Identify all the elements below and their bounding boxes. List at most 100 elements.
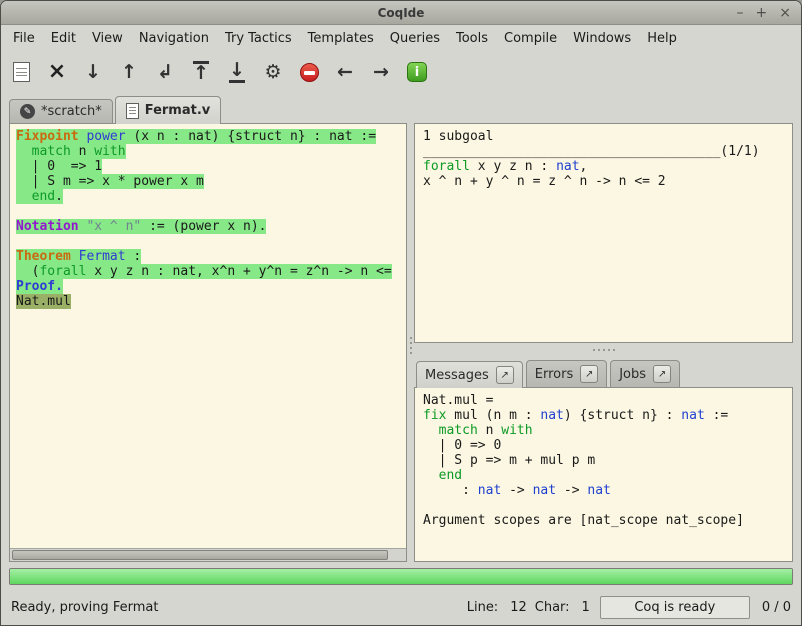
detach-jobs-button[interactable]: ↗ (653, 365, 671, 383)
progress-fill (10, 569, 792, 584)
menu-compile[interactable]: Compile (496, 28, 565, 49)
run-to-end-button[interactable]: ↓ (223, 58, 251, 86)
scrollbar-thumb[interactable] (12, 550, 388, 560)
interrupt-button[interactable] (295, 58, 323, 86)
minimize-button[interactable]: – (737, 6, 744, 20)
tab-label: Messages (425, 368, 489, 383)
step-forward-button[interactable]: ↓ (79, 58, 107, 86)
code-line: end. (16, 189, 400, 204)
splitter-dots (603, 349, 605, 351)
titlebar[interactable]: CoqIde – + × (1, 1, 801, 25)
script-editor-pane: Fixpoint power (x n : nat) {struct n} : … (9, 123, 407, 562)
arrow-left-icon: ← (337, 63, 353, 82)
arrow-to-bottom-icon: ↓ (229, 61, 245, 83)
right-column: 1 subgoal_______________________________… (414, 123, 793, 562)
code-line: forall x y z n : nat, (423, 159, 784, 174)
vertical-splitter[interactable] (407, 123, 414, 562)
messages-pane[interactable]: Nat.mul =fix mul (n m : nat) {struct n} … (414, 387, 793, 562)
message-tabbar: Messages ↗ Errors ↗ Jobs ↗ (414, 356, 793, 387)
line-label: Line: (467, 600, 498, 615)
tab-scratch[interactable]: ✎ *scratch* (9, 99, 113, 123)
task-counter: 0 / 0 (762, 600, 791, 615)
tab-jobs[interactable]: Jobs ↗ (610, 360, 680, 387)
arrow-to-top-icon: ↑ (193, 61, 209, 83)
detach-errors-button[interactable]: ↗ (580, 365, 598, 383)
close-buffer-button[interactable]: × (43, 58, 71, 86)
code-line: | 0 => 0 (423, 438, 784, 453)
script-editor[interactable]: Fixpoint power (x n : nat) {struct n} : … (10, 124, 406, 548)
char-label: Char: (535, 600, 570, 615)
statusbar: Ready, proving Fermat Line: 12 Char: 1 C… (1, 590, 801, 625)
code-line: end (423, 468, 784, 483)
goto-cursor-icon: ↲ (157, 63, 173, 82)
detach-icon: ↗ (658, 369, 666, 380)
menu-try-tactics[interactable]: Try Tactics (217, 28, 300, 49)
restart-button[interactable]: ↑ (187, 58, 215, 86)
menu-edit[interactable]: Edit (43, 28, 84, 49)
close-button[interactable]: × (779, 6, 791, 20)
save-button[interactable] (7, 58, 35, 86)
tab-errors[interactable]: Errors ↗ (526, 360, 607, 387)
menu-help[interactable]: Help (639, 28, 685, 49)
horizontal-splitter[interactable] (414, 343, 793, 356)
save-icon (13, 62, 30, 82)
code-line: | 0 => 1 (16, 159, 400, 174)
coq-state-indicator: Coq is ready (600, 596, 750, 619)
interrupt-icon (300, 63, 319, 82)
code-line (16, 204, 400, 219)
code-line: match n with (16, 144, 400, 159)
tab-fermat[interactable]: Fermat.v (115, 96, 222, 124)
fully-check-button[interactable]: ⚙ (259, 58, 287, 86)
code-line: : nat -> nat -> nat (423, 483, 784, 498)
pencil-icon: ✎ (20, 104, 35, 119)
code-line: 1 subgoal (423, 129, 784, 144)
gear-icon: ⚙ (264, 63, 281, 82)
tab-messages[interactable]: Messages ↗ (416, 361, 523, 388)
detach-icon: ↗ (585, 369, 593, 380)
run-to-cursor-button[interactable]: ↲ (151, 58, 179, 86)
menu-windows[interactable]: Windows (565, 28, 639, 49)
goals-pane[interactable]: 1 subgoal_______________________________… (414, 123, 793, 343)
file-icon (126, 103, 139, 119)
splitter-dots (410, 342, 412, 344)
horizontal-scrollbar[interactable] (10, 548, 406, 561)
tab-label: *scratch* (41, 104, 102, 119)
code-line: Argument scopes are [nat_scope nat_scope… (423, 513, 784, 528)
coqide-window: CoqIde – + × File Edit View Navigation T… (0, 0, 802, 626)
detach-messages-button[interactable]: ↗ (496, 366, 514, 384)
about-button[interactable]: i (403, 58, 431, 86)
menu-tools[interactable]: Tools (448, 28, 496, 49)
arrow-right-icon: → (373, 63, 389, 82)
previous-occurrence-button[interactable]: ← (331, 58, 359, 86)
code-line: fix mul (n m : nat) {struct n} : nat := (423, 408, 784, 423)
status-message: Ready, proving Fermat (11, 600, 467, 615)
editor-tabbar: ✎ *scratch* Fermat.v (1, 93, 801, 123)
detach-icon: ↗ (501, 370, 509, 381)
toolbar: × ↓ ↑ ↲ ↑ ↓ ⚙ ← → i (1, 51, 801, 93)
step-backward-button[interactable]: ↑ (115, 58, 143, 86)
code-line: match n with (423, 423, 784, 438)
line-value: 12 (510, 600, 527, 615)
menubar: File Edit View Navigation Try Tactics Te… (1, 25, 801, 51)
arrow-up-icon: ↑ (121, 63, 137, 82)
code-line: Proof. (16, 279, 400, 294)
code-line: | S p => m + mul p m (423, 453, 784, 468)
next-occurrence-button[interactable]: → (367, 58, 395, 86)
code-line: Nat.mul = (423, 393, 784, 408)
menu-navigation[interactable]: Navigation (131, 28, 217, 49)
info-icon: i (407, 62, 427, 82)
code-line: (forall x y z n : nat, x^n + y^n = z^n -… (16, 264, 400, 279)
code-line (423, 498, 784, 513)
tab-label: Jobs (619, 367, 646, 382)
progress-bar (9, 568, 793, 585)
menu-view[interactable]: View (84, 28, 131, 49)
menu-queries[interactable]: Queries (382, 28, 448, 49)
code-line: ______________________________________(1… (423, 144, 784, 159)
code-line: Notation "x ^ n" := (power x n). (16, 219, 400, 234)
code-line: Theorem Fermat : (16, 249, 400, 264)
menu-file[interactable]: File (5, 28, 43, 49)
maximize-button[interactable]: + (756, 6, 768, 20)
menu-templates[interactable]: Templates (300, 28, 382, 49)
char-value: 1 (582, 600, 590, 615)
code-line: Nat.mul (16, 294, 400, 309)
